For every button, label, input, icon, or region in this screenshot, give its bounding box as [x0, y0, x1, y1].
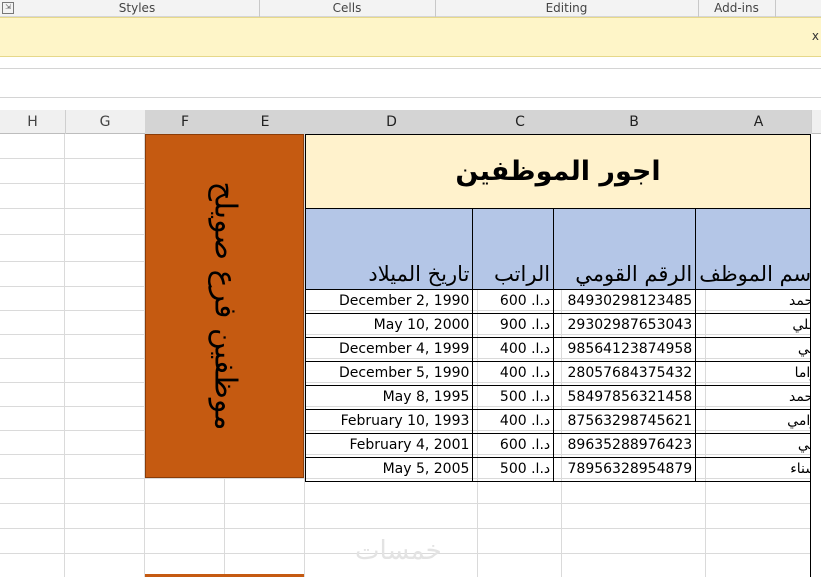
cell-birth-date[interactable]: May 5, 2005: [304, 457, 474, 482]
cell-salary[interactable]: د.ا. 500: [472, 385, 555, 410]
cell-salary[interactable]: د.ا. 900: [472, 313, 555, 338]
column-header-h[interactable]: H: [0, 110, 66, 134]
cell-salary[interactable]: د.ا. 600: [472, 433, 555, 458]
table-row: December 2, 1990 د.ا. 600 84930298123485…: [304, 289, 821, 314]
cell-salary[interactable]: د.ا. 400: [472, 409, 555, 434]
cell-national-id[interactable]: 29302987653043: [553, 313, 697, 338]
close-icon[interactable]: x: [812, 29, 819, 43]
ribbon-group-cells: Cells: [259, 0, 436, 17]
ribbon-group-styles: Styles: [15, 0, 260, 17]
cell-salary[interactable]: د.ا. 400: [472, 337, 555, 362]
cell-salary[interactable]: د.ا. 500: [472, 457, 555, 482]
column-headers: H G F E D C B A: [0, 110, 821, 134]
cell-employee-name[interactable]: مي: [695, 337, 821, 362]
cell-employee-name[interactable]: سناء: [695, 457, 821, 482]
cell-birth-date[interactable]: December 4, 1999: [304, 337, 474, 362]
cell-national-id[interactable]: 84930298123485: [553, 289, 697, 314]
table-row: December 4, 1999 د.ا. 400 98564123874958…: [304, 337, 821, 362]
cell-employee-name[interactable]: مي: [695, 433, 821, 458]
table-row: May 10, 2000 د.ا. 900 29302987653043 علي: [304, 313, 821, 338]
cell-employee-name[interactable]: احمد: [695, 385, 821, 410]
cell-birth-date[interactable]: May 8, 1995: [304, 385, 474, 410]
column-header-g[interactable]: G: [65, 110, 146, 134]
ribbon-group-editing: Editing: [435, 0, 699, 17]
cell-national-id[interactable]: 28057684375432: [553, 361, 697, 386]
table-row: December 5, 1990 د.ا. 400 28057684375432…: [304, 361, 821, 386]
cell-salary[interactable]: د.ا. 400: [472, 361, 555, 386]
cell-birth-date[interactable]: February 10, 1993: [304, 409, 474, 434]
cell-employee-name[interactable]: احمد: [695, 289, 821, 314]
ribbon-group-labels: ⇲ Styles Cells Editing Add-ins: [0, 0, 821, 17]
salary-table: تاريخ الميلاد الراتب الرقم القومي اسم ال…: [304, 208, 821, 482]
title-cell[interactable]: اجور الموظفين: [305, 134, 811, 208]
table-row: May 5, 2005 د.ا. 500 78956328954879 سناء: [304, 457, 821, 482]
cell-birth-date[interactable]: December 2, 1990: [304, 289, 474, 314]
column-header-c[interactable]: C: [478, 110, 563, 134]
cell-birth-date[interactable]: May 10, 2000: [304, 313, 474, 338]
watermark: خمسات: [355, 536, 442, 566]
branch-label-cell[interactable]: موظفين فرع صويلح: [145, 134, 304, 478]
dialog-launcher-icon[interactable]: ⇲: [2, 2, 14, 14]
cell-employee-name[interactable]: رامي: [695, 409, 821, 434]
message-bar: x: [0, 17, 821, 57]
cell-national-id[interactable]: 58497856321458: [553, 385, 697, 410]
column-header-b[interactable]: B: [562, 110, 707, 134]
column-header-a[interactable]: A: [706, 110, 812, 134]
formula-bar[interactable]: [0, 68, 821, 98]
cell-national-id[interactable]: 78956328954879: [553, 457, 697, 482]
table-row: February 4, 2001 د.ا. 600 89635288976423…: [304, 433, 821, 458]
ribbon-group-addins: Add-ins: [698, 0, 776, 17]
cell-employee-name[interactable]: علي: [695, 313, 821, 338]
column-header-e[interactable]: E: [225, 110, 306, 134]
cell-national-id[interactable]: 87563298745621: [553, 409, 697, 434]
cell-employee-name[interactable]: راما: [695, 361, 821, 386]
header-salary[interactable]: الراتب: [472, 208, 555, 290]
branch-label: موظفين فرع صويلح: [207, 181, 242, 431]
sheet-right-edge: [810, 134, 821, 577]
table-header-row: تاريخ الميلاد الراتب الرقم القومي اسم ال…: [304, 208, 821, 290]
header-national-id[interactable]: الرقم القومي: [553, 208, 697, 290]
page-title: اجور الموظفين: [455, 156, 661, 187]
header-employee-name[interactable]: اسم الموظف: [695, 208, 821, 290]
column-header-f[interactable]: F: [145, 110, 226, 134]
cell-national-id[interactable]: 89635288976423: [553, 433, 697, 458]
cell-salary[interactable]: د.ا. 600: [472, 289, 555, 314]
header-birth-date[interactable]: تاريخ الميلاد: [304, 208, 474, 290]
table-row: May 8, 1995 د.ا. 500 58497856321458 احمد: [304, 385, 821, 410]
cell-birth-date[interactable]: February 4, 2001: [304, 433, 474, 458]
cell-birth-date[interactable]: December 5, 1990: [304, 361, 474, 386]
cell-national-id[interactable]: 98564123874958: [553, 337, 697, 362]
column-header-corner: [811, 110, 821, 134]
table-row: February 10, 1993 د.ا. 400 8756329874562…: [304, 409, 821, 434]
column-header-d[interactable]: D: [305, 110, 479, 134]
